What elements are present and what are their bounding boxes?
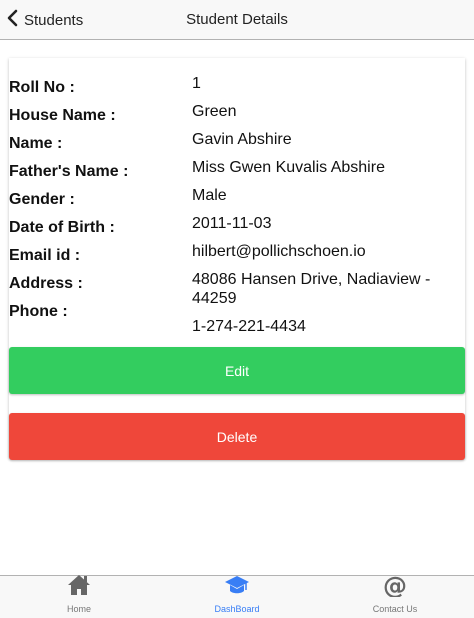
phone-label: Phone : <box>9 303 68 320</box>
name-label: Name : <box>9 135 63 152</box>
address-label: Address : <box>9 275 83 292</box>
delete-button[interactable]: Delete <box>9 413 465 460</box>
gender-value: Male <box>192 187 227 204</box>
email-value: hilbert@pollichschoen.io <box>192 243 366 260</box>
student-details-screen: Students Student Details Roll No : 1 Hou… <box>0 0 474 618</box>
tab-bar: Home DashBoard @ Contact Us <box>0 572 474 618</box>
roll-no-label: Roll No : <box>9 79 75 96</box>
email-label: Email id : <box>9 247 81 264</box>
edit-button[interactable]: Edit <box>9 347 465 394</box>
date-of-birth-value: 2011-11-03 <box>192 215 272 232</box>
phone-value: 1-274-221-4434 <box>192 318 306 335</box>
page-title: Student Details <box>186 11 288 28</box>
tab-home-label: Home <box>66 604 91 614</box>
address-value: 48086 Hansen Drive, Nadiaview - 44259 <box>192 271 431 307</box>
tab-dashboard[interactable]: DashBoard <box>158 576 316 618</box>
fathers-name-label: Father's Name : <box>9 163 129 180</box>
nav-bar: Students Student Details <box>0 0 474 40</box>
date-of-birth-label: Date of Birth : <box>9 219 115 236</box>
house-name-label: House Name : <box>9 107 116 124</box>
house-name-value: Green <box>192 103 237 120</box>
tab-dashboard-label: DashBoard <box>214 604 260 614</box>
roll-no-value: 1 <box>192 75 201 92</box>
fathers-name-value: Miss Gwen Kuvalis Abshire <box>192 159 385 176</box>
tab-contact-us[interactable]: @ Contact Us <box>316 572 474 618</box>
home-icon <box>66 573 92 602</box>
tab-home[interactable]: Home <box>0 573 158 618</box>
svg-text:@: @ <box>383 573 407 597</box>
at-sign-icon: @ <box>382 572 408 602</box>
tab-contact-us-label: Contact Us <box>372 604 418 614</box>
gender-label: Gender : <box>9 191 75 208</box>
name-value: Gavin Abshire <box>192 131 292 148</box>
graduation-cap-icon <box>224 573 250 602</box>
